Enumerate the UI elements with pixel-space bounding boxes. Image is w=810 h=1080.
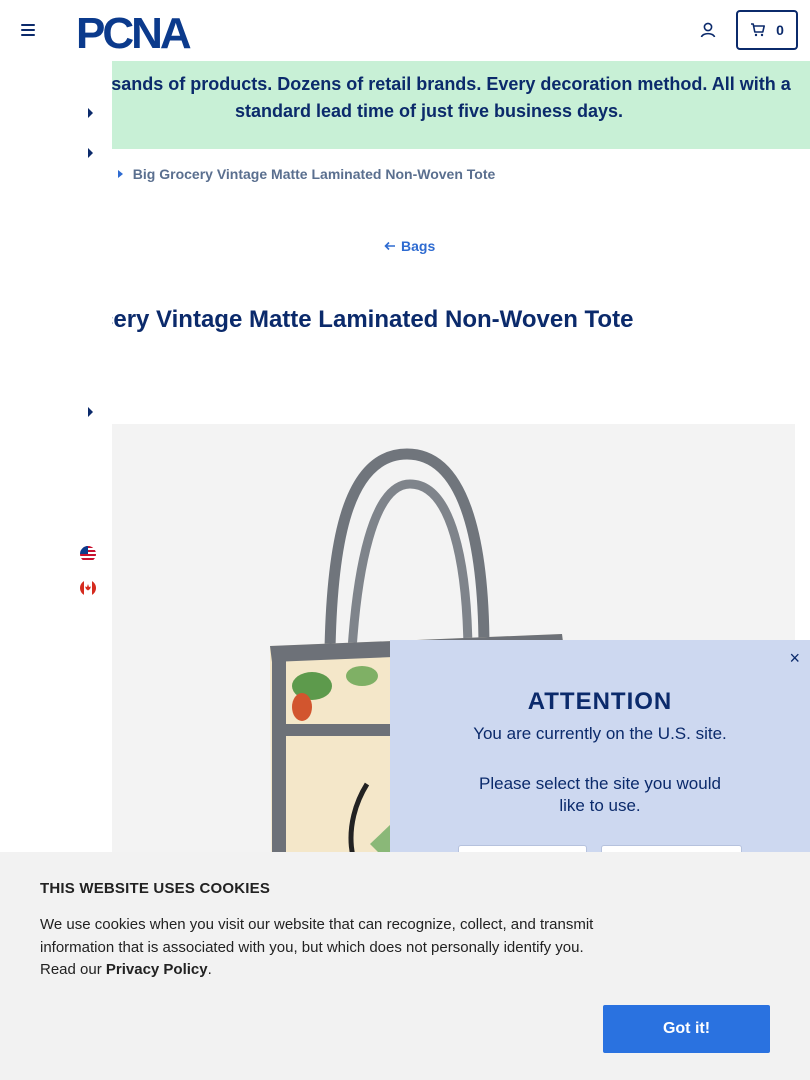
promo-banner-text: Thousands of products. Dozens of retail … bbox=[67, 74, 791, 121]
breadcrumb-separator-icon bbox=[117, 170, 123, 178]
us-flag-icon[interactable] bbox=[80, 546, 96, 562]
pcna-logo[interactable]: PCNA bbox=[76, 11, 224, 51]
drawer-caret-icon[interactable] bbox=[88, 407, 93, 417]
site-header: PCNA 0 bbox=[0, 0, 810, 61]
cart-icon bbox=[751, 23, 766, 37]
breadcrumb-current: Big Grocery Vintage Matte Laminated Non-… bbox=[132, 166, 496, 182]
account-icon[interactable] bbox=[698, 20, 718, 40]
popup-prompt: Please select the site you would like to… bbox=[479, 774, 721, 815]
popup-message: You are currently on the U.S. site. bbox=[473, 724, 727, 743]
promo-banner: Thousands of products. Dozens of retail … bbox=[0, 61, 810, 149]
cookie-banner: THIS WEBSITE USES COOKIES We use cookies… bbox=[0, 852, 810, 1080]
cookie-body-end: . bbox=[207, 961, 212, 978]
svg-text:PCNA: PCNA bbox=[76, 11, 191, 51]
popup-title: ATTENTION bbox=[527, 688, 673, 715]
drawer-caret-icon[interactable] bbox=[88, 148, 93, 158]
drawer-caret-icon[interactable] bbox=[88, 108, 93, 118]
back-to-category-link[interactable]: Bags bbox=[384, 238, 435, 254]
cookie-text: We use cookies when you visit our websit… bbox=[40, 914, 600, 982]
arrow-left-icon bbox=[384, 241, 395, 251]
cart-count: 0 bbox=[776, 22, 784, 38]
product-title: cery Vintage Matte Laminated Non-Woven T… bbox=[100, 306, 634, 333]
breadcrumb: s Big Grocery Vintage Matte Laminated No… bbox=[100, 166, 495, 182]
back-link-label: Bags bbox=[401, 238, 436, 254]
cookie-title: THIS WEBSITE USES COOKIES bbox=[40, 880, 271, 897]
accept-cookies-button[interactable]: Got it! bbox=[603, 1005, 770, 1053]
privacy-policy-link[interactable]: Privacy Policy bbox=[106, 961, 208, 978]
menu-icon[interactable] bbox=[21, 24, 35, 36]
close-icon[interactable]: × bbox=[789, 648, 800, 669]
cart-button[interactable]: 0 bbox=[736, 10, 798, 50]
canada-flag-icon[interactable] bbox=[80, 580, 96, 596]
